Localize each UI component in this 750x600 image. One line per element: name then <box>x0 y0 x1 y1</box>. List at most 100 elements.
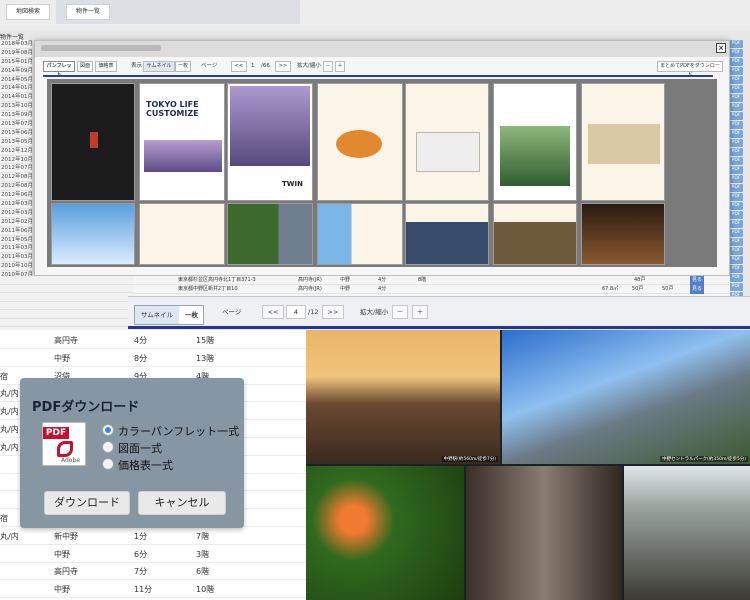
zoom-out-button[interactable]: － <box>323 61 333 72</box>
flower-photo <box>306 466 464 600</box>
table-cell-c: 6分 <box>134 549 148 559</box>
option-pricelist[interactable]: 価格表一式 <box>118 457 173 473</box>
page-thumb-13[interactable] <box>493 203 577 265</box>
pdf-row-button[interactable]: PDF <box>729 103 743 111</box>
pdf-row-button[interactable]: PDF <box>729 175 743 183</box>
pdf-row-button[interactable]: PDF <box>729 265 743 273</box>
map-diagram <box>336 130 382 158</box>
pdf-row-button[interactable]: PDF <box>729 112 743 120</box>
table-row: 高円寺 4分 15階 <box>0 332 306 349</box>
table-row: 中野 11分 10階 <box>0 581 306 599</box>
pdf-download-dialog: PDFダウンロード PDF Adobe カラーパンフレット一式 図面一式 価格表… <box>20 378 244 528</box>
page-thumb-11[interactable] <box>317 203 403 265</box>
single-view-button[interactable]: 一枚 <box>179 306 204 324</box>
pdf-row-button[interactable]: PDF <box>729 283 743 291</box>
view-label: 表示 <box>131 63 143 69</box>
zoom-out-button[interactable]: － <box>392 305 408 319</box>
zoom-label: 拡大/縮小 <box>297 63 321 69</box>
view-button-2[interactable]: 見る <box>690 285 705 294</box>
pdf-icon: PDF Adobe <box>42 422 86 466</box>
date-cell: 2019年08月 <box>0 48 32 58</box>
thumbnail-view-button[interactable]: サムネイル <box>135 306 179 324</box>
page-thumb-5[interactable] <box>405 83 489 201</box>
pdf-row-button[interactable]: PDF <box>729 184 743 192</box>
pdf-row-button[interactable]: PDF <box>729 67 743 75</box>
view-button-1[interactable]: 見る <box>690 276 705 285</box>
pdf-row-button[interactable]: PDF <box>729 148 743 156</box>
pdf-row-button[interactable]: PDF <box>729 85 743 93</box>
radio-color-pamphlet[interactable] <box>102 424 114 436</box>
page-thumb-9[interactable] <box>139 203 225 265</box>
table-cell-a: 丸/内 <box>0 531 19 541</box>
page-input[interactable]: 4 <box>286 305 306 319</box>
option-color-pamphlet[interactable]: カラーパンフレット一式 <box>118 423 239 439</box>
radio-floorplan[interactable] <box>102 441 114 453</box>
pdf-row-button[interactable]: PDF <box>729 202 743 210</box>
pdf-row-button[interactable]: PDF <box>729 229 743 237</box>
prev-page-button[interactable]: << <box>262 305 284 319</box>
view-thumbnail-button[interactable]: サムネイル <box>143 61 175 72</box>
tab-floorplan[interactable]: 図面 <box>77 61 93 72</box>
page-label: ページ <box>201 63 218 69</box>
area-2: 67.8㎡ <box>602 286 619 292</box>
pdf-row-button[interactable]: PDF <box>729 238 743 246</box>
page-thumb-7[interactable] <box>581 83 665 201</box>
page-number[interactable]: 1 <box>251 60 255 72</box>
pdf-icon-sub: Adobe <box>61 457 80 464</box>
download-button[interactable]: ダウンロード <box>44 491 130 515</box>
page-thumb-2[interactable]: TOKYO LIFE CUSTOMIZE <box>139 83 225 201</box>
table-cell-a: 宿 <box>0 514 8 523</box>
page-thumb-8[interactable] <box>51 203 135 265</box>
zoom-in-button[interactable]: ＋ <box>335 61 345 72</box>
pdf-row-button[interactable]: PDF <box>729 49 743 57</box>
table-cell-b: 新中野 <box>54 531 78 541</box>
twin-logo: TWIN <box>282 180 303 188</box>
zoom-in-button[interactable]: ＋ <box>412 305 428 319</box>
radio-pricelist[interactable] <box>102 458 114 470</box>
green-photo <box>500 126 570 186</box>
page-thumb-10[interactable] <box>227 203 313 265</box>
download-all-pdf-button[interactable]: まとめてPDFをダウンロード <box>657 61 723 78</box>
page-thumb-14[interactable] <box>581 203 665 265</box>
pdf-row-button[interactable]: PDF <box>729 76 743 84</box>
pdf-row-button[interactable]: PDF <box>729 121 743 129</box>
date-cell: 2014年01月 <box>0 93 32 103</box>
station-photo: 中野駅(約560m/徒歩7分) <box>306 330 500 464</box>
pdf-row-button[interactable]: PDF <box>729 94 743 102</box>
date-cell: 2012年03月 <box>0 208 32 218</box>
tab-pamphlet[interactable]: パンフレット <box>43 61 75 78</box>
pdf-row-button[interactable]: PDF <box>729 40 743 48</box>
prev-page-button[interactable]: << <box>231 61 247 72</box>
option-floorplan[interactable]: 図面一式 <box>118 440 162 456</box>
page-thumb-4[interactable] <box>317 83 403 201</box>
pdf-row-button[interactable]: PDF <box>729 166 743 174</box>
page-thumb-6[interactable] <box>493 83 577 201</box>
pdf-row-button[interactable]: PDF <box>729 130 743 138</box>
address-2: 東京都中野区新井2丁目10 <box>178 286 238 292</box>
table-cell-c: 8分 <box>134 353 148 363</box>
pdf-row-button[interactable]: PDF <box>729 220 743 228</box>
pdf-row-button[interactable]: PDF <box>729 247 743 255</box>
next-page-button[interactable]: >> <box>322 305 344 319</box>
pdf-row-button[interactable]: PDF <box>729 157 743 165</box>
date-cell: 2011年06月 <box>0 226 32 236</box>
page-thumb-12[interactable] <box>405 203 489 265</box>
pdf-row-button[interactable]: PDF <box>729 58 743 66</box>
view-single-button[interactable]: 一枚 <box>175 61 191 72</box>
cancel-button[interactable]: キャンセル <box>138 491 226 515</box>
station-2: 高円寺(JR) <box>298 286 322 292</box>
station-1: 高円寺(JR) <box>298 277 322 283</box>
map-search-tab[interactable]: 地図検索 <box>6 4 50 20</box>
next-page-button[interactable]: >> <box>275 61 291 72</box>
pdf-row-button[interactable]: PDF <box>729 256 743 264</box>
pdf-row-button[interactable]: PDF <box>729 193 743 201</box>
property-list-tab[interactable]: 物件一覧 <box>66 4 110 20</box>
address-1: 東京都杉並区高円寺北1丁目371-3 <box>178 277 256 283</box>
pdf-row-button[interactable]: PDF <box>729 139 743 147</box>
pdf-row-button[interactable]: PDF <box>729 274 743 282</box>
page-thumb-1[interactable] <box>51 83 135 201</box>
pdf-row-button[interactable]: PDF <box>729 211 743 219</box>
tab-pricelist[interactable]: 価格表 <box>95 61 117 72</box>
page-thumb-3[interactable]: TWIN <box>227 83 313 201</box>
close-button[interactable]: × <box>716 43 726 53</box>
